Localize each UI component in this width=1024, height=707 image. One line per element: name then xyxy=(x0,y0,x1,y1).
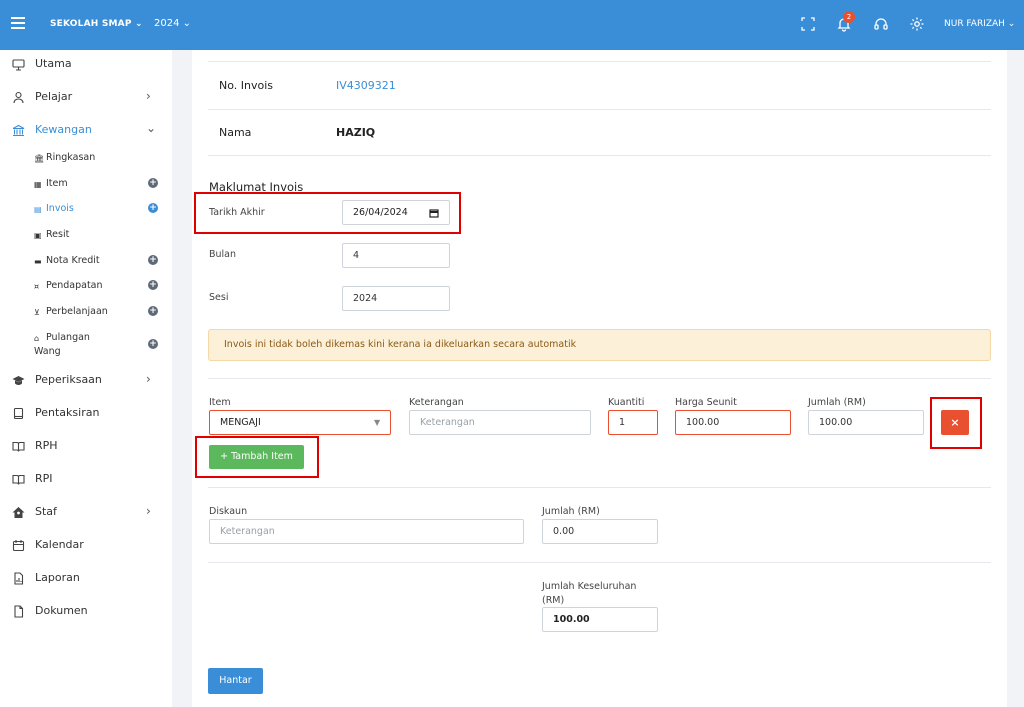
grand-total-unit: (RM) xyxy=(542,595,565,606)
gear-icon[interactable] xyxy=(909,16,925,32)
refund-icon: ⌂ xyxy=(34,334,40,343)
sidebar-item-rpi[interactable]: RPI xyxy=(0,465,172,495)
add-invoice-icon[interactable]: + xyxy=(148,203,158,213)
sidebar: Utama Pelajar › Kewangan ⌄ 🏛 Ringkasan ▦… xyxy=(0,50,172,707)
sidebar-item-utama[interactable]: Utama xyxy=(0,50,172,80)
divider xyxy=(208,378,991,379)
divider xyxy=(208,487,991,488)
item-select[interactable]: MENGAJI ▼ xyxy=(209,410,391,435)
report-icon xyxy=(14,572,24,585)
chevron-right-icon: › xyxy=(146,504,151,518)
sidebar-item-pelajar[interactable]: Pelajar › xyxy=(0,83,172,113)
session-input[interactable]: 2024 xyxy=(342,286,450,311)
discount-input[interactable]: Keterangan xyxy=(209,519,524,544)
discount-label: Diskaun xyxy=(209,506,248,517)
user-menu[interactable]: NUR FARIZAH ⌄ xyxy=(944,19,1015,29)
sidebar-item-peperiksaan[interactable]: Peperiksaan › xyxy=(0,366,172,396)
line-total-input[interactable]: 100.00 xyxy=(808,410,924,435)
discount-amount-label: Jumlah (RM) xyxy=(542,506,600,517)
submit-button[interactable]: Hantar xyxy=(208,668,263,694)
quantity-input[interactable]: 1 xyxy=(608,410,658,435)
quantity-label: Kuantiti xyxy=(608,397,645,408)
calendar-icon xyxy=(12,540,25,552)
invoice-icon: ▤ xyxy=(34,205,42,214)
sidebar-item-kewangan[interactable]: Kewangan ⌄ xyxy=(0,116,172,146)
chevron-down-icon: ⌄ xyxy=(146,121,157,135)
highlight-box xyxy=(194,192,461,234)
bank-icon xyxy=(12,124,25,137)
cart-icon: ⊻ xyxy=(34,308,40,317)
house-user-icon xyxy=(12,507,25,518)
sidebar-item-pentaksiran[interactable]: Pentaksiran xyxy=(0,399,172,429)
open-book-icon xyxy=(12,474,25,485)
sidebar-item-dokumen[interactable]: Dokumen xyxy=(0,597,172,627)
fullscreen-icon[interactable] xyxy=(800,16,816,32)
auto-generated-alert: Invois ini tidak boleh dikemas kini kera… xyxy=(208,329,991,361)
add-expense-icon[interactable]: + xyxy=(148,306,158,316)
grid-icon: ▦ xyxy=(34,180,42,189)
chevron-right-icon: › xyxy=(146,89,151,103)
name-label: Nama xyxy=(219,126,252,139)
grand-total-input[interactable]: 100.00 xyxy=(542,607,658,632)
add-credit-note-icon[interactable]: + xyxy=(148,255,158,265)
book-icon xyxy=(13,407,24,420)
name-value: HAZIQ xyxy=(336,126,376,139)
highlight-box xyxy=(195,436,319,478)
open-book-icon xyxy=(12,441,25,452)
monitor-icon xyxy=(12,59,25,71)
month-input[interactable]: 4 xyxy=(342,243,450,268)
session-label: Sesi xyxy=(209,292,229,303)
item-label: Item xyxy=(209,397,231,408)
unit-price-label: Harga Seunit xyxy=(675,397,737,408)
add-income-icon[interactable]: + xyxy=(148,280,158,290)
add-refund-icon[interactable]: + xyxy=(148,339,158,349)
notification-badge: 2 xyxy=(843,11,855,23)
graduation-cap-icon xyxy=(12,376,25,385)
year-selector[interactable]: 2024 ⌄ xyxy=(154,18,191,29)
invoice-no-label: No. Invois xyxy=(219,79,274,92)
month-label: Bulan xyxy=(209,249,237,260)
unit-price-input[interactable]: 100.00 xyxy=(675,410,791,435)
user-icon xyxy=(13,91,24,104)
line-total-label: Jumlah (RM) xyxy=(808,397,866,408)
chevron-right-icon: › xyxy=(146,372,151,386)
top-bar: SEKOLAH SMAP ⌄ 2024 ⌄ 2 NUR FARIZAH ⌄ xyxy=(0,0,1024,50)
bank-icon: 🏛 xyxy=(34,154,45,163)
divider xyxy=(208,155,991,156)
sidebar-item-rph[interactable]: RPH xyxy=(0,432,172,462)
document-icon xyxy=(14,605,24,618)
menu-icon[interactable] xyxy=(11,17,25,29)
divider xyxy=(208,109,991,110)
discount-amount-input[interactable]: 0.00 xyxy=(542,519,658,544)
school-selector[interactable]: SEKOLAH SMAP ⌄ xyxy=(50,19,143,29)
headset-icon[interactable] xyxy=(873,16,889,32)
sidebar-item-staf[interactable]: Staf › xyxy=(0,498,172,528)
invoice-no-value[interactable]: IV4309321 xyxy=(336,79,396,92)
sidebar-item-laporan[interactable]: Laporan xyxy=(0,564,172,594)
description-label: Keterangan xyxy=(409,397,464,408)
add-item-icon[interactable]: + xyxy=(148,178,158,188)
description-input[interactable]: Keterangan xyxy=(409,410,591,435)
receipt-icon: ▣ xyxy=(34,231,42,240)
divider xyxy=(208,562,991,563)
highlight-box xyxy=(930,397,982,449)
divider xyxy=(208,61,991,62)
chevron-down-icon: ▼ xyxy=(374,418,381,427)
grand-total-label: Jumlah Keseluruhan xyxy=(542,581,637,592)
sidebar-item-kalendar[interactable]: Kalendar xyxy=(0,531,172,561)
card-icon: ▬ xyxy=(34,257,42,266)
money-icon: ¤ xyxy=(34,282,40,291)
